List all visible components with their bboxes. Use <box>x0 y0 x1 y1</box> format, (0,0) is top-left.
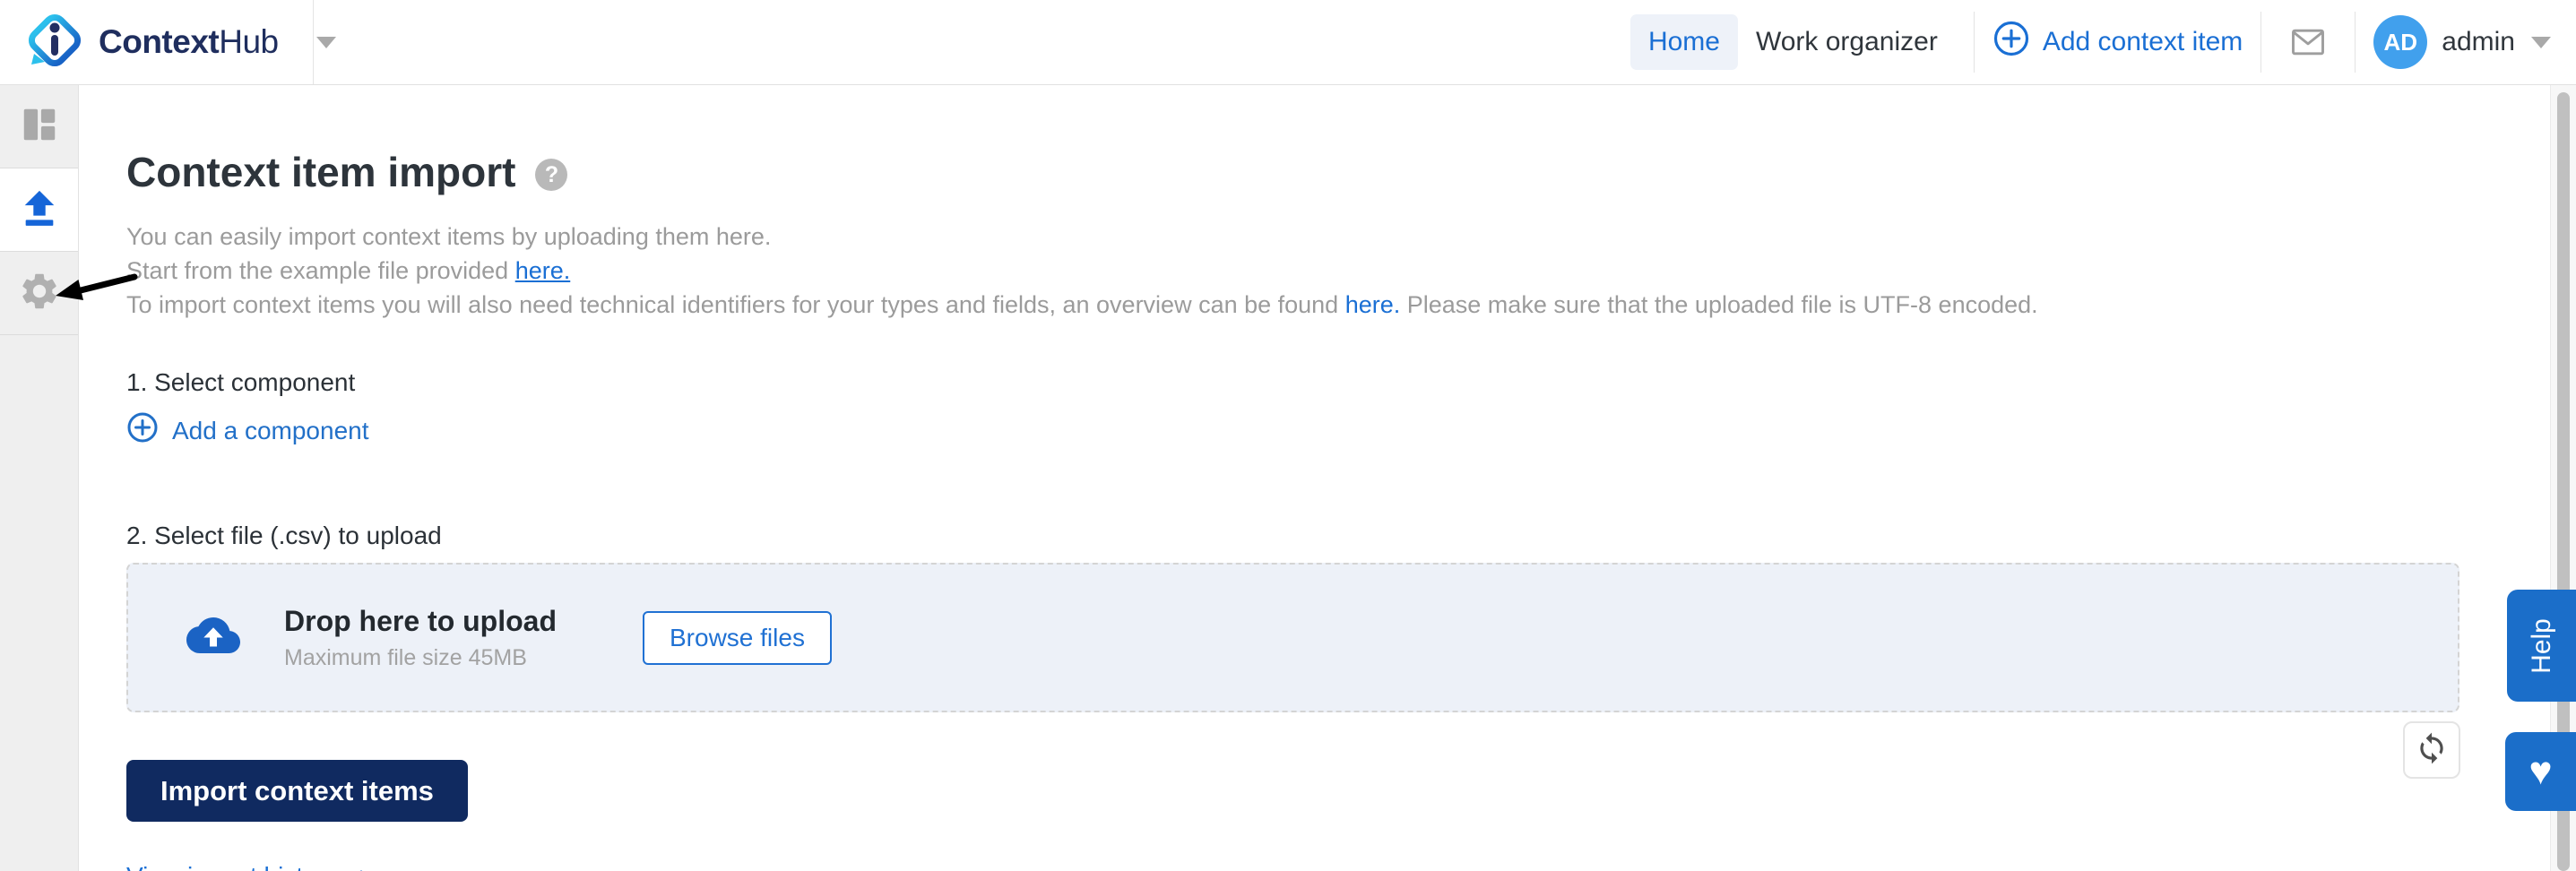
avatar[interactable]: AD <box>2373 15 2427 69</box>
plus-circle-icon <box>1993 20 2030 65</box>
intro-line-2: Start from the example file provided her… <box>126 254 2459 288</box>
dashboard-icon <box>19 104 60 150</box>
divider <box>2260 12 2261 73</box>
top-bar: ContextHub Home Work organizer Add conte… <box>0 0 2576 85</box>
example-file-link[interactable]: here. <box>515 257 571 284</box>
divider <box>1974 12 1975 73</box>
add-component-button[interactable]: Add a component <box>126 411 369 450</box>
header-nav: Home Work organizer Add context item AD … <box>1630 12 2576 73</box>
sidebar-item-dashboard[interactable] <box>0 85 78 168</box>
brand[interactable]: ContextHub <box>0 0 314 84</box>
browse-files-button[interactable]: Browse files <box>643 611 832 665</box>
logo-icon <box>23 9 86 76</box>
sidebar-item-settings[interactable] <box>0 252 78 335</box>
page-title: Context item import <box>126 148 515 196</box>
step1-heading: 1. Select component <box>126 368 2459 397</box>
divider <box>2355 12 2356 73</box>
user-menu-caret-icon[interactable] <box>2531 37 2551 48</box>
user-name[interactable]: admin <box>2442 27 2515 57</box>
gear-icon <box>18 270 61 317</box>
cloud-upload-icon <box>186 613 241 662</box>
help-tab[interactable]: Help <box>2507 590 2576 702</box>
intro-line-1: You can easily import context items by u… <box>126 220 2459 254</box>
nav-home[interactable]: Home <box>1630 14 1738 70</box>
mail-icon[interactable] <box>2286 22 2330 62</box>
overview-link[interactable]: here. <box>1345 291 1401 318</box>
dropzone-max-size: Maximum file size 45MB <box>284 645 557 671</box>
page-body: Context item import ? You can easily imp… <box>0 85 2576 871</box>
feedback-heart-button[interactable]: ♥ <box>2505 732 2576 811</box>
sidebar <box>0 85 79 871</box>
intro-line-3: To import context items you will also ne… <box>126 288 2459 322</box>
brand-caret-icon[interactable] <box>316 37 336 48</box>
add-component-label: Add a component <box>172 417 369 445</box>
import-context-items-button[interactable]: Import context items <box>126 760 468 822</box>
refresh-icon <box>2415 731 2449 770</box>
refresh-button[interactable] <box>2403 721 2460 779</box>
add-context-item-label: Add context item <box>2043 27 2243 57</box>
help-tab-label: Help <box>2526 618 2556 674</box>
sidebar-item-import[interactable] <box>0 168 78 252</box>
view-import-history-link: View import history <box>126 862 338 871</box>
heart-icon: ♥ <box>2528 752 2552 791</box>
plus-circle-icon <box>126 411 159 450</box>
upload-icon <box>19 187 60 233</box>
file-dropzone[interactable]: Drop here to upload Maximum file size 45… <box>126 563 2459 712</box>
nav-work-organizer[interactable]: Work organizer <box>1738 14 1956 70</box>
dropzone-title: Drop here to upload <box>284 605 557 638</box>
main-content: Context item import ? You can easily imp… <box>79 85 2576 871</box>
help-circle-icon[interactable]: ? <box>535 159 567 191</box>
add-context-item-button[interactable]: Add context item <box>1993 20 2243 65</box>
intro-text: You can easily import context items by u… <box>126 220 2459 322</box>
view-import-history-toggle[interactable]: View import history <box>126 862 372 871</box>
step2-heading: 2. Select file (.csv) to upload <box>126 522 2459 550</box>
brand-name: ContextHub <box>99 23 279 61</box>
